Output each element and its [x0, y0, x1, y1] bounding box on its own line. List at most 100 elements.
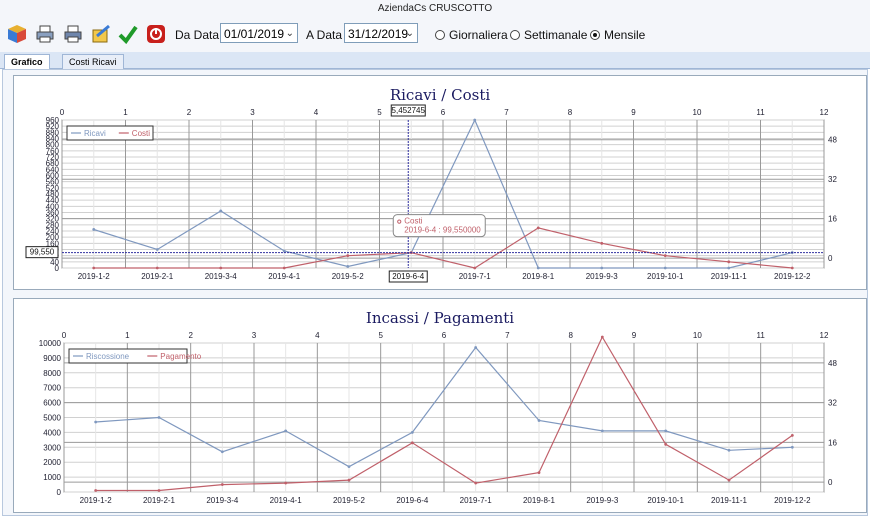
x-category-label: 2019-9-3 — [586, 272, 619, 281]
x-top-tick-label: 8 — [568, 108, 573, 117]
data-point-riscossione — [410, 431, 414, 434]
x-top-tick-label: 7 — [504, 108, 509, 117]
legend-entry: Riscossione — [86, 352, 130, 361]
data-point-ricavi — [155, 248, 159, 251]
data-point-costi — [536, 226, 540, 230]
window-title: AziendaCs CRUSCOTTO — [0, 0, 870, 18]
y2-tick-label: 16 — [828, 215, 837, 224]
y-tick-label: 2000 — [43, 458, 61, 467]
cube-icon[interactable] — [6, 23, 28, 45]
x-top-tick-label: 2 — [187, 108, 192, 117]
x-category-label: 2019-10-1 — [647, 272, 684, 281]
data-point-riscossione — [600, 429, 604, 433]
y-tick-label: 3000 — [43, 443, 61, 452]
da-data-combo[interactable]: 01/01/2019 ⌄ — [220, 23, 298, 43]
x-top-tick-label: 7 — [505, 331, 510, 340]
x-top-tick-label: 5 — [377, 108, 382, 117]
toolbar: Da Data 01/01/2019 ⌄ A Data 31/12/2019 ⌄… — [0, 18, 870, 52]
x-category-label: 2019-11-1 — [711, 496, 747, 505]
radio-mensile-label: Mensile — [604, 28, 646, 42]
x-category-label: 2019-5-2 — [333, 496, 366, 505]
cursor-date-label: 2019-6-4 — [392, 272, 425, 281]
y-tick-label: 10000 — [39, 339, 62, 348]
x-category-label: 2019-4-1 — [268, 272, 301, 281]
data-point-riscossione — [664, 429, 668, 433]
data-point-riscossione — [94, 420, 98, 424]
data-point-pagamento — [537, 471, 541, 475]
tab-strip: Grafico Costi Ricavi — [0, 52, 870, 69]
x-category-label: 2019-1-2 — [78, 272, 111, 281]
data-point-costi — [600, 241, 604, 245]
tooltip-value: 2019-6-4 : 99,550000 — [404, 226, 481, 235]
x-top-tick-label: 5 — [378, 331, 383, 340]
data-point-pagamento — [474, 481, 478, 485]
data-point-costi — [473, 266, 477, 270]
a-data-combo[interactable]: 31/12/2019 ⌄ — [344, 23, 418, 43]
print-preview-icon[interactable] — [62, 23, 84, 45]
radio-button-icon[interactable] — [510, 30, 520, 40]
radio-mensile[interactable]: Mensile — [590, 28, 645, 42]
x-top-tick-label: 8 — [568, 331, 573, 340]
data-point-costi — [790, 266, 794, 270]
y-tick-label: 5000 — [43, 414, 61, 423]
tab-costi-ricavi[interactable]: Costi Ricavi — [62, 54, 124, 69]
data-point-pagamento — [94, 489, 98, 492]
y-tick-label: 0 — [57, 488, 62, 497]
y2-tick-label: 0 — [828, 478, 833, 487]
data-point-riscossione — [347, 465, 351, 469]
x-top-tick-label: 3 — [252, 331, 257, 340]
x-top-tick-label: 12 — [820, 108, 829, 117]
x-category-label: 2019-11-1 — [711, 272, 747, 281]
data-point-ricavi — [282, 249, 286, 253]
x-top-tick-label: 4 — [314, 108, 319, 117]
radio-giornaliera[interactable]: Giornaliera — [435, 28, 508, 42]
legend-entry: Pagamento — [160, 352, 201, 361]
data-point-pagamento — [664, 442, 668, 446]
power-icon[interactable] — [145, 23, 167, 45]
chart-panel-incassi-pagamenti: Incassi / Pagamenti 0 1000 2000 3000 4000 500… — [13, 298, 867, 513]
data-point-costi — [282, 266, 286, 270]
legend-entry: Costi — [132, 129, 150, 138]
x-category-label: 2019-12-2 — [774, 272, 811, 281]
data-point-costi — [155, 266, 159, 270]
data-point-riscossione — [790, 445, 794, 449]
x-category-label: 2019-3-4 — [206, 496, 239, 505]
x-top-tick-label: 9 — [632, 331, 637, 340]
radio-button-selected-icon[interactable] — [590, 30, 600, 40]
x-category-label: 2019-8-1 — [522, 272, 555, 281]
chevron-down-icon[interactable]: ⌄ — [286, 24, 294, 44]
cursor-x-label: 5,452745 — [392, 106, 426, 115]
x-top-tick-label: 6 — [442, 331, 447, 340]
legend-entry: Ricavi — [84, 129, 106, 138]
x-top-tick-label: 11 — [757, 331, 766, 340]
data-point-pagamento — [410, 441, 414, 445]
x-category-label: 2019-5-2 — [332, 272, 365, 281]
x-category-label: 2019-7-1 — [460, 496, 493, 505]
x-category-label: 2019-8-1 — [523, 496, 556, 505]
radio-button-icon[interactable] — [435, 30, 445, 40]
a-data-label: A Data — [306, 28, 343, 42]
data-point-costi — [727, 260, 731, 264]
y-tick-label: 960 — [46, 116, 60, 125]
ricavi-costi-chart: 0408012016020024028032036040044048052056… — [25, 104, 837, 283]
data-point-costi — [663, 254, 667, 258]
x-category-label: 2019-9-3 — [586, 496, 619, 505]
data-point-riscossione — [284, 429, 288, 433]
print-icon[interactable] — [34, 23, 56, 45]
radio-settimanale[interactable]: Settimanale — [510, 28, 587, 42]
data-point-pagamento — [790, 433, 794, 437]
confirm-check-icon[interactable] — [117, 23, 139, 45]
tab-grafico[interactable]: Grafico — [4, 54, 50, 69]
a-data-value: 31/12/2019 — [348, 27, 409, 41]
x-category-label: 2019-7-1 — [459, 272, 492, 281]
x-top-tick-label: 0 — [62, 331, 67, 340]
export-icon[interactable] — [90, 23, 112, 45]
x-top-tick-label: 3 — [250, 108, 255, 117]
chart-panel-ricavi-costi: Ricavi / Costi 0408012016020024028032036… — [13, 75, 867, 290]
x-category-label: 2019-12-2 — [774, 496, 811, 505]
chevron-down-icon[interactable]: ⌄ — [406, 24, 414, 44]
x-top-tick-label: 2 — [188, 331, 193, 340]
y-tick-label: 1000 — [43, 473, 61, 482]
x-category-label: 2019-2-1 — [141, 272, 174, 281]
x-top-tick-label: 1 — [123, 108, 128, 117]
